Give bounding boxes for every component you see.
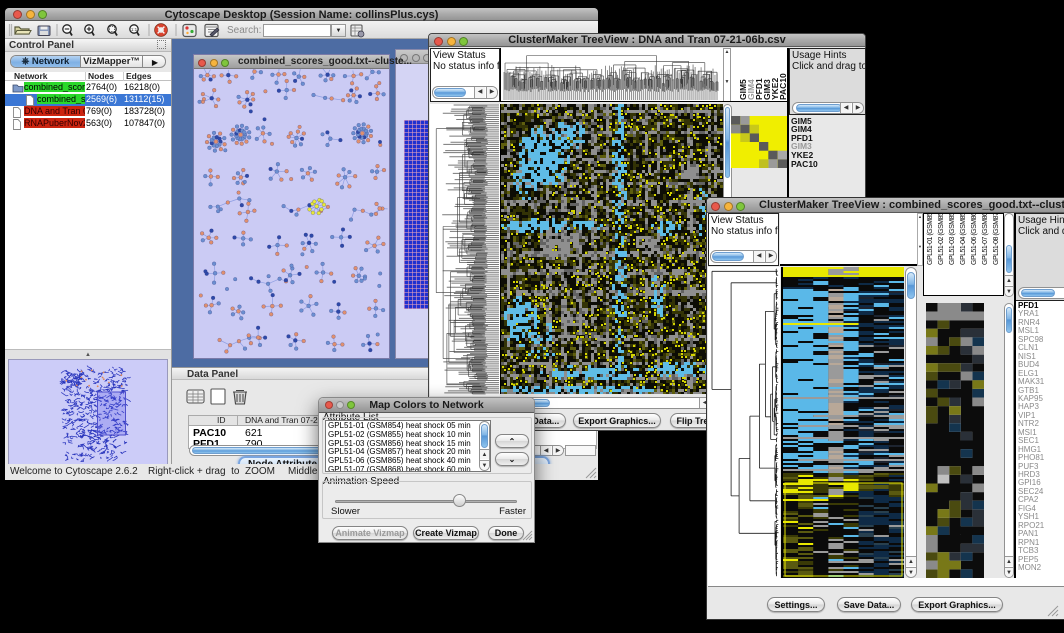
svg-text:Search:: Search: xyxy=(227,25,261,36)
svg-text:1:1: 1:1 xyxy=(131,27,138,32)
